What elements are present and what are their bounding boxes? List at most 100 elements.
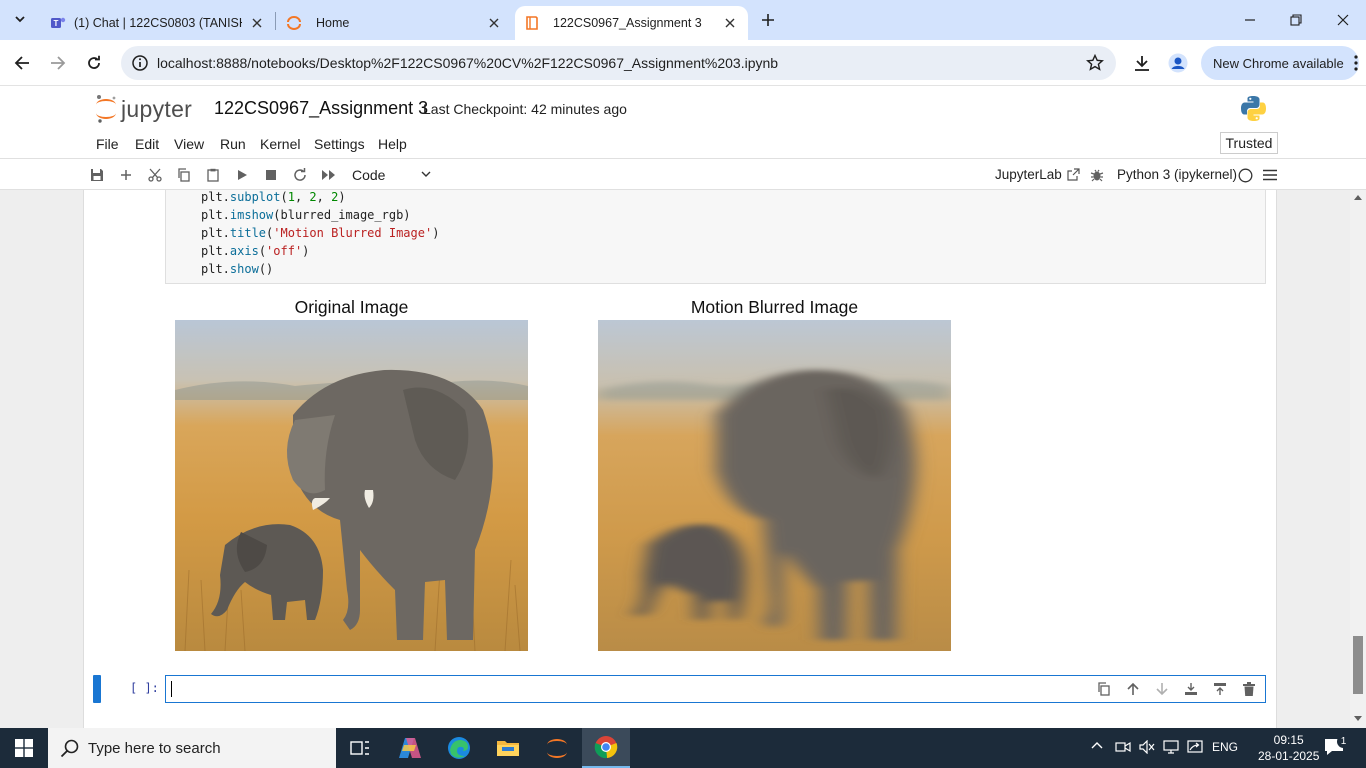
move-up-icon[interactable] <box>1125 681 1141 697</box>
tab-title: Home <box>316 16 350 30</box>
cell-type-select[interactable]: Code <box>352 165 434 185</box>
menu-settings[interactable]: Settings <box>314 136 365 152</box>
delete-cell-icon[interactable] <box>1241 681 1257 697</box>
network-icon[interactable] <box>1163 740 1179 754</box>
clock-time: 09:15 <box>1273 733 1304 747</box>
active-cell-indicator <box>93 675 101 703</box>
insert-below-icon[interactable] <box>1212 681 1228 697</box>
blurred-image-title: Motion Blurred Image <box>690 297 859 317</box>
stop-icon[interactable] <box>262 166 280 184</box>
jupyterlab-label: JupyterLab <box>995 167 1062 182</box>
duplicate-cell-icon[interactable] <box>1096 681 1112 697</box>
notification-center-icon[interactable]: 1 <box>1324 735 1350 756</box>
notebook-scrollbar[interactable] <box>1350 190 1366 728</box>
profile-avatar-icon[interactable] <box>1166 51 1190 75</box>
download-icon[interactable] <box>1130 51 1154 75</box>
window-close-icon[interactable] <box>1331 8 1355 32</box>
tab-title: 122CS0967_Assignment 3 <box>553 16 702 30</box>
menu-run[interactable]: Run <box>220 136 246 152</box>
hamburger-menu-icon[interactable] <box>1261 166 1279 184</box>
run-icon[interactable] <box>233 166 251 184</box>
insert-above-icon[interactable] <box>1183 681 1199 697</box>
jupyter-logo[interactable]: jupyter <box>95 94 192 124</box>
tab-search-chevron-icon[interactable] <box>8 7 32 31</box>
input-language[interactable]: ENG <box>1212 740 1238 754</box>
task-view-icon[interactable] <box>336 728 384 768</box>
paste-icon[interactable] <box>204 166 222 184</box>
back-arrow-icon[interactable] <box>10 51 34 75</box>
jupyter-header: jupyter 122CS0967_Assignment 3 Last Chec… <box>0 87 1366 129</box>
more-vert-icon[interactable] <box>1354 55 1358 71</box>
menu-bar: File Edit View Run Kernel Settings Help … <box>0 129 1366 158</box>
edge-browser-icon[interactable] <box>435 728 483 768</box>
cell-type-value: Code <box>352 167 386 183</box>
kernel-name[interactable]: Python 3 (ipykernel) <box>1117 167 1237 182</box>
jupyter-wordmark: jupyter <box>121 95 193 122</box>
address-bar[interactable]: localhost:8888/notebooks/Desktop%2F122CS… <box>121 46 1116 80</box>
tab-assignment-active[interactable]: 122CS0967_Assignment 3 <box>515 6 748 40</box>
close-icon[interactable] <box>249 15 265 31</box>
file-explorer-icon[interactable] <box>484 728 532 768</box>
cast-display-icon[interactable] <box>1187 740 1203 754</box>
minimize-icon[interactable] <box>1238 8 1262 32</box>
notification-count-badge: 1 <box>1337 735 1350 748</box>
chrome-taskbar-icon[interactable] <box>582 728 630 768</box>
meet-now-icon[interactable] <box>1115 740 1131 754</box>
original-elephant-image <box>175 320 528 651</box>
move-down-icon[interactable] <box>1154 681 1170 697</box>
notebook-title[interactable]: 122CS0967_Assignment 3 <box>214 98 428 119</box>
last-checkpoint: Last Checkpoint: 42 minutes ago <box>423 101 627 117</box>
debugger-bug-icon[interactable] <box>1088 166 1106 184</box>
menu-file[interactable]: File <box>96 136 119 152</box>
motion-blurred-elephant-image <box>598 320 951 651</box>
update-label: New Chrome available <box>1213 55 1344 71</box>
cut-icon[interactable] <box>146 166 164 184</box>
scrollbar-thumb[interactable] <box>1353 636 1363 694</box>
kernel-status-idle-icon <box>1236 166 1254 184</box>
fast-forward-icon[interactable] <box>320 166 338 184</box>
chrome-update-button[interactable]: New Chrome available <box>1201 46 1359 80</box>
close-icon[interactable] <box>486 15 502 31</box>
empty-code-cell-input[interactable] <box>165 675 1266 703</box>
restore-icon[interactable] <box>1284 8 1308 32</box>
menu-help[interactable]: Help <box>378 136 407 152</box>
close-icon[interactable] <box>722 15 738 31</box>
trusted-indicator[interactable]: Trusted <box>1220 132 1278 154</box>
menu-kernel[interactable]: Kernel <box>260 136 300 152</box>
notebook-toolbar: Code JupyterLab Python 3 (ipykernel) <box>0 158 1366 190</box>
code-cell[interactable]: plt.subplot(1, 2, 2) plt.imshow(blurred_… <box>165 190 1266 284</box>
tab-teams-chat[interactable]: T (1) Chat | 122CS0803 (TANISHK <box>40 6 275 40</box>
new-tab-icon[interactable] <box>756 8 780 32</box>
menu-view[interactable]: View <box>174 136 204 152</box>
menu-edit[interactable]: Edit <box>135 136 159 152</box>
chevron-down-icon <box>420 168 432 180</box>
code-line: plt.title('Motion Blurred Image') <box>201 226 440 240</box>
search-icon <box>60 738 80 758</box>
copy-icon[interactable] <box>175 166 193 184</box>
jupyter-taskbar-icon[interactable] <box>533 728 581 768</box>
open-jupyterlab-link[interactable]: JupyterLab <box>995 167 1080 182</box>
browser-tab-strip: T (1) Chat | 122CS0803 (TANISHK Home 122… <box>0 0 1366 40</box>
forward-arrow-icon[interactable] <box>46 51 70 75</box>
show-hidden-icons-chevron-icon[interactable] <box>1091 740 1103 752</box>
external-link-icon <box>1067 168 1080 181</box>
tab-home[interactable]: Home <box>276 6 512 40</box>
taskbar-search-box[interactable]: Type here to search <box>48 728 336 768</box>
jupyter-tab-icon <box>286 15 302 31</box>
scroll-up-arrow-icon[interactable] <box>1354 194 1362 200</box>
bookmark-star-icon[interactable] <box>1086 54 1104 72</box>
site-info-icon[interactable] <box>131 54 149 72</box>
teams-icon: T <box>50 15 66 31</box>
url-text[interactable]: localhost:8888/notebooks/Desktop%2F122CS… <box>157 55 778 71</box>
restart-icon[interactable] <box>291 166 309 184</box>
copilot-icon[interactable] <box>386 728 434 768</box>
save-icon[interactable] <box>88 166 106 184</box>
scroll-down-arrow-icon[interactable] <box>1354 716 1362 722</box>
system-clock[interactable]: 09:15 28-01-2025 <box>1258 732 1319 764</box>
speaker-muted-icon[interactable] <box>1139 740 1155 754</box>
windows-start-icon[interactable] <box>0 728 48 768</box>
add-cell-icon[interactable] <box>117 166 135 184</box>
reload-icon[interactable] <box>82 51 106 75</box>
svg-text:T: T <box>54 19 59 28</box>
windows-taskbar: Type here to search ENG 09:15 28-01-2025… <box>0 728 1366 768</box>
